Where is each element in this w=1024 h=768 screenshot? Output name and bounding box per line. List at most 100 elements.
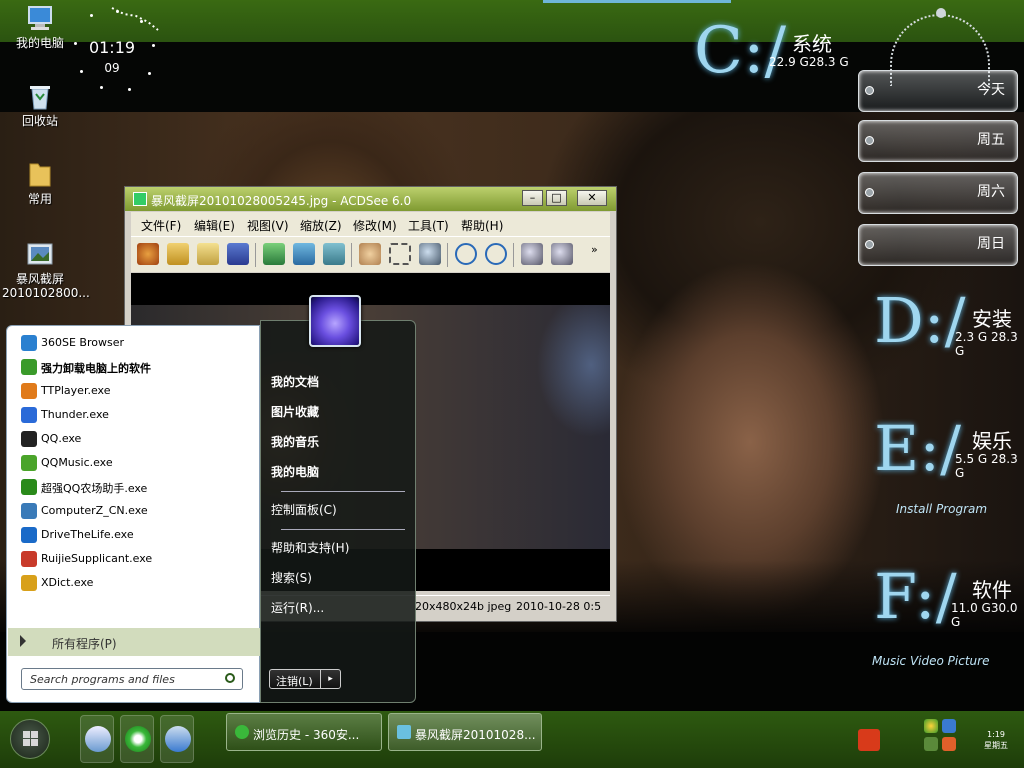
my-documents-link[interactable]: 我的文档 [271,373,319,390]
program-item[interactable]: TTPlayer.exe [15,380,255,402]
input-method-tray-icon[interactable] [942,737,956,751]
menu-edit[interactable]: 编辑(E) [194,217,235,234]
program-icon [21,503,37,519]
drive-c-letter: C:/ [694,14,787,88]
weather-day-label: 周五 [977,132,1005,148]
help-support-link[interactable]: 帮助和支持(H) [271,539,349,556]
zoom-tool-icon[interactable] [419,243,441,265]
quicklaunch-browser[interactable] [120,715,154,763]
taskbar-clock[interactable]: 1:19 星期五 [976,729,1016,751]
start-button[interactable] [10,719,50,759]
pin-icon [865,136,874,145]
rotate-left-icon[interactable] [455,243,477,265]
image-file-icon [27,243,53,265]
menu-zoom[interactable]: 缩放(Z) [300,217,342,234]
my-pictures-link[interactable]: 图片收藏 [271,403,319,420]
program-label: QQMusic.exe [41,456,113,469]
security-tray-icon[interactable] [924,737,938,751]
drive-f-letter: F:/ [874,560,957,633]
start-search-input[interactable]: Search programs and files [21,668,243,690]
pin-icon [865,240,874,249]
toolbar-more-button[interactable]: » [591,243,598,256]
computer-icon [28,6,52,30]
program-label: 360SE Browser [41,336,124,349]
open-folder-icon[interactable] [167,243,189,265]
sogou-input-icon[interactable] [858,729,880,751]
program-item[interactable]: QQ.exe [15,428,255,450]
program-item[interactable]: DriveTheLife.exe [15,524,255,546]
window-titlebar[interactable]: 暴风截屏20101028005245.jpg - ACDSee 6.0 – □ … [125,187,616,211]
my-music-link[interactable]: 我的音乐 [271,433,319,450]
system-tray: 1:19 星期五 [854,715,1014,765]
quicklaunch-desktop[interactable] [80,715,114,763]
drive-e-name[interactable]: 娱乐 [972,425,1012,454]
network-tray-icon[interactable] [942,719,956,733]
drive-f-caption: Music Video Picture [872,654,990,668]
run-link[interactable]: 运行(R)... [271,599,324,616]
menu-view[interactable]: 视图(V) [247,217,289,234]
program-icon [21,431,37,447]
drive-c-name[interactable]: 系统 [792,28,832,57]
taskbar-clock-time: 1:19 [987,730,1005,739]
taskbar-button-acdsee[interactable]: 暴风截屏20101028... [388,713,542,751]
desktop-icon-label: 常用 [27,192,52,206]
pin-icon [865,86,874,95]
weather-day-saturday[interactable]: 周六 [858,172,1018,214]
program-item[interactable]: Thunder.exe [15,404,255,426]
previous-image-icon[interactable] [263,243,285,265]
folder-desktop-icon[interactable]: 常用 [2,158,78,206]
search-icon[interactable] [225,673,235,683]
program-item[interactable]: 强力卸载电脑上的软件 [15,356,255,378]
user-avatar[interactable] [309,295,361,347]
program-item[interactable]: ComputerZ_CN.exe [15,500,255,522]
qq-tray-icon[interactable] [924,719,938,733]
rotate-right-icon[interactable] [485,243,507,265]
my-computer-link[interactable]: 我的电脑 [271,463,319,480]
program-item[interactable]: RuijieSupplicant.exe [15,548,255,570]
menu-tools[interactable]: 工具(T) [408,217,449,234]
screenshot-file-desktop-icon[interactable]: 暴风截屏 2010102800... [2,238,90,300]
weather-day-sunday[interactable]: 周日 [858,224,1018,266]
quicklaunch-thunder[interactable] [160,715,194,763]
drive-f-usage: 11.0 G30.0 G [951,601,1018,629]
drive-d-name[interactable]: 安装 [972,303,1012,332]
program-item[interactable]: QQMusic.exe [15,452,255,474]
hand-tool-icon[interactable] [359,243,381,265]
weather-day-today[interactable]: 今天 [858,70,1018,112]
select-tool-icon[interactable] [389,243,411,265]
status-date: 2010-10-28 0:5 [516,600,602,613]
menu-divider [281,491,405,492]
drive-f-name[interactable]: 软件 [972,574,1012,603]
logoff-button[interactable]: 注销(L) ▸ [269,669,341,689]
logoff-options-arrow[interactable]: ▸ [320,670,340,688]
all-programs-button[interactable]: 所有程序(P) [8,628,260,656]
maximize-button[interactable]: □ [546,190,567,206]
zoom-out-icon[interactable] [521,243,543,265]
desktop-icon-label: 回收站 [21,114,58,128]
menu-divider [281,529,405,530]
program-item[interactable]: XDict.exe [15,572,255,594]
close-button[interactable]: ✕ [577,190,607,206]
my-computer-desktop-icon[interactable]: 我的电脑 [2,2,78,50]
program-item[interactable]: 360SE Browser [15,332,255,354]
zoom-in-icon[interactable] [551,243,573,265]
menu-modify[interactable]: 修改(M) [353,217,397,234]
arrow-right-icon [20,635,26,647]
browse-icon[interactable] [137,243,159,265]
folder-star-icon[interactable] [197,243,219,265]
logoff-label: 注销(L) [276,675,313,688]
next-image-icon[interactable] [293,243,315,265]
desktop-icon-label: 我的电脑 [15,36,64,50]
weather-day-friday[interactable]: 周五 [858,120,1018,162]
menu-help[interactable]: 帮助(H) [461,217,503,234]
control-panel-link[interactable]: 控制面板(C) [271,501,337,518]
minimize-button[interactable]: – [522,190,543,206]
slideshow-icon[interactable] [323,243,345,265]
weather-day-label: 今天 [977,82,1005,98]
program-item[interactable]: 超强QQ农场助手.exe [15,476,255,498]
menu-file[interactable]: 文件(F) [141,217,181,234]
save-icon[interactable] [227,243,249,265]
taskbar-button-360[interactable]: 浏览历史 - 360安... [226,713,382,751]
recycle-bin-desktop-icon[interactable]: 回收站 [2,80,78,128]
search-link[interactable]: 搜索(S) [271,569,312,586]
